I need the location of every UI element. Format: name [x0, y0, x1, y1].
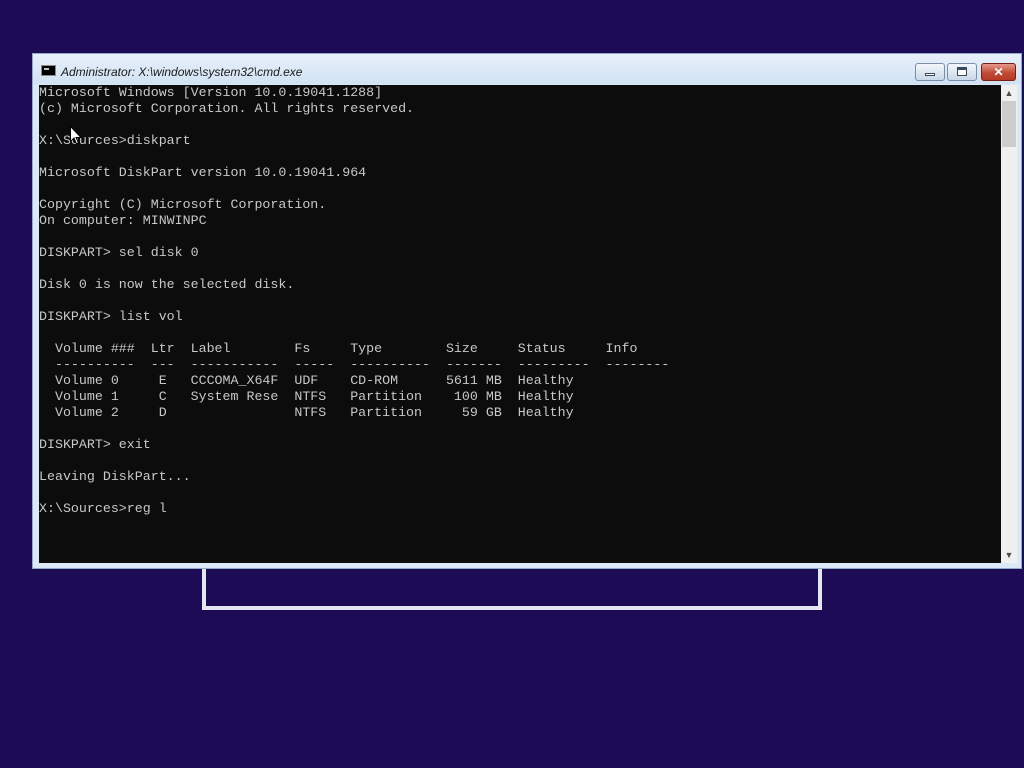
- console-line: Volume 2 D NTFS Partition 59 GB Healthy: [39, 405, 574, 420]
- title-bar[interactable]: Administrator: X:\windows\system32\cmd.e…: [33, 54, 1021, 84]
- close-button[interactable]: ✕: [981, 63, 1016, 81]
- maximize-button[interactable]: [947, 63, 977, 81]
- console-line: (c) Microsoft Corporation. All rights re…: [39, 101, 415, 116]
- vertical-scrollbar[interactable]: ▲ ▼: [1001, 85, 1017, 563]
- console-line: DISKPART> sel disk 0: [39, 245, 199, 260]
- command-prompt-window[interactable]: Administrator: X:\windows\system32\cmd.e…: [32, 53, 1022, 569]
- minimize-button[interactable]: [915, 63, 945, 81]
- scroll-down-arrow-icon[interactable]: ▼: [1001, 547, 1017, 563]
- console-line: Leaving DiskPart...: [39, 469, 191, 484]
- console-line: On computer: MINWINPC: [39, 213, 207, 228]
- console-line: Microsoft DiskPart version 10.0.19041.96…: [39, 165, 367, 180]
- console-app-icon[interactable]: [41, 65, 56, 76]
- scroll-thumb[interactable]: [1002, 101, 1016, 147]
- console-output: Microsoft Windows [Version 10.0.19041.12…: [39, 85, 1001, 517]
- console-line: Copyright (C) Microsoft Corporation.: [39, 197, 327, 212]
- console-line: X:\Sources>reg l: [39, 501, 167, 516]
- console-line: Disk 0 is now the selected disk.: [39, 277, 295, 292]
- console-line: DISKPART> list vol: [39, 309, 183, 324]
- mouse-pointer-icon: [70, 126, 82, 145]
- console-text-area[interactable]: Microsoft Windows [Version 10.0.19041.12…: [39, 85, 1001, 563]
- console-line: Microsoft Windows [Version 10.0.19041.12…: [39, 85, 383, 100]
- maximize-icon: [957, 67, 967, 76]
- scroll-up-arrow-icon[interactable]: ▲: [1001, 85, 1017, 101]
- console-line: Volume 0 E CCCOMA_X64F UDF CD-ROM 5611 M…: [39, 373, 574, 388]
- console-line: DISKPART> exit: [39, 437, 151, 452]
- console-line: Volume 1 C System Rese NTFS Partition 10…: [39, 389, 574, 404]
- console-line: ---------- --- ----------- ----- -------…: [39, 357, 670, 372]
- console-line: X:\Sources>diskpart: [39, 133, 191, 148]
- window-title: Administrator: X:\windows\system32\cmd.e…: [61, 65, 303, 79]
- console-line: Volume ### Ltr Label Fs Type Size Status…: [39, 341, 638, 356]
- desktop-background: Administrator: X:\windows\system32\cmd.e…: [0, 0, 1024, 768]
- close-icon: ✕: [993, 65, 1004, 79]
- minimize-icon: [925, 73, 935, 76]
